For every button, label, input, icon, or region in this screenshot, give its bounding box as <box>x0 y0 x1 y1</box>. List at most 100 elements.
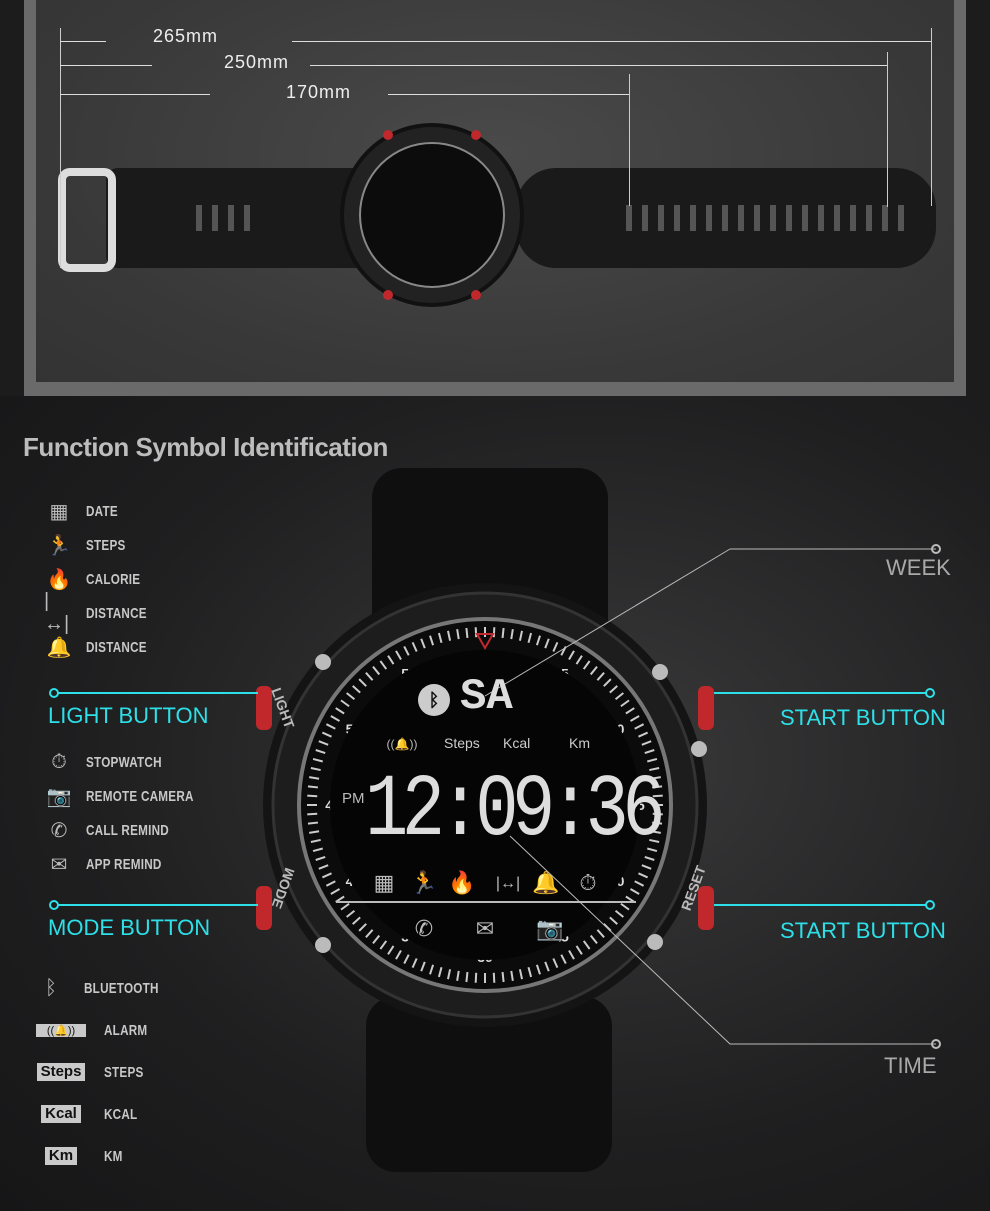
steps-badge-text: Steps <box>36 1063 86 1081</box>
legend-label: STEPS <box>86 536 126 554</box>
dial-tick <box>307 785 319 789</box>
calendar-icon: ▦ <box>49 500 69 523</box>
dimension-line <box>388 94 630 95</box>
dial-tick <box>307 821 319 825</box>
watch-kcal-label: Kcal <box>503 735 531 751</box>
dial-tick <box>501 971 505 983</box>
legend-label: STEPS <box>104 1063 144 1081</box>
strap-hole <box>738 205 744 231</box>
callout-mode-button: MODE BUTTON <box>48 915 211 940</box>
dial-tick <box>307 794 318 798</box>
callout-start-button-bottom: START BUTTON <box>780 918 946 943</box>
legend-item: ✆ CALL REMIND <box>44 816 192 844</box>
legend-label: KM <box>104 1147 123 1165</box>
dial-tick <box>474 627 478 638</box>
camera-icon: 📷 <box>46 785 72 808</box>
legend-item: ⏱ STOPWATCH <box>44 748 183 776</box>
watch-ampm: PM <box>342 790 365 807</box>
watch-alarm-icon: ((🔔)) <box>387 737 418 751</box>
bell-icon: 🔔 <box>46 636 72 659</box>
callout-week: WEEK <box>886 555 951 580</box>
envelope-icon: ✉ <box>50 853 68 876</box>
legend-label: CALL REMIND <box>86 821 169 839</box>
screw <box>315 937 331 953</box>
legend-item: ᛒ BLUETOOTH <box>36 974 180 1002</box>
reset-button <box>698 886 714 930</box>
legend-label: APP REMIND <box>86 855 162 873</box>
watch-km-label: Km <box>569 735 590 751</box>
strap-hole <box>882 205 888 231</box>
dimension-line <box>60 65 152 66</box>
strap-hole <box>786 205 792 231</box>
dial-tick <box>492 972 496 983</box>
phone-icon: ✆ <box>50 819 68 842</box>
kcal-badge-text: Kcal <box>41 1105 81 1123</box>
mode-button <box>256 886 272 930</box>
dimension-line <box>292 41 932 42</box>
strap-hole <box>818 205 824 231</box>
strap-hole <box>722 205 728 231</box>
legend-item: |↔| DISTANCE <box>44 590 164 635</box>
dimension-line <box>60 94 210 95</box>
strap-hole <box>850 205 856 231</box>
strap-hole <box>754 205 760 231</box>
distance-icon: |↔| <box>44 590 70 635</box>
legend-item: Steps STEPS <box>36 1058 155 1086</box>
start-button <box>698 686 714 730</box>
dial-tick <box>492 627 496 638</box>
watch-bluetooth-icon: ᛒ <box>429 690 440 710</box>
legend-item: ((🔔)) ALARM <box>36 1016 160 1044</box>
watch-week-display: SA <box>460 672 513 722</box>
watch-steps-label: Steps <box>444 735 480 751</box>
dimension-265: 265mm <box>153 26 219 46</box>
strap-hole <box>770 205 776 231</box>
strap-hole <box>626 205 632 231</box>
strap-hole <box>898 205 904 231</box>
kcal-badge: Kcal <box>36 1105 86 1123</box>
buckle <box>58 168 116 272</box>
legend-item: 📷 REMOTE CAMERA <box>44 782 224 810</box>
dimension-170: 170mm <box>286 82 352 102</box>
dimension-line <box>887 52 888 207</box>
stopwatch-icon: ⏱ <box>51 750 67 773</box>
legend-item: 🔔 DISTANCE <box>44 633 164 661</box>
strap-hole <box>642 205 648 231</box>
legend-item: Kcal KCAL <box>36 1100 147 1128</box>
legend-label: STOPWATCH <box>86 753 162 771</box>
watch-calendar-icon: ▦ <box>374 870 395 895</box>
strap-hole <box>866 205 872 231</box>
dimension-250: 250mm <box>224 52 290 72</box>
watch-envelope-icon: ✉ <box>476 916 494 941</box>
dial-tick <box>465 627 469 639</box>
screw <box>647 934 663 950</box>
section-heading: Function Symbol Identification <box>23 432 388 462</box>
legend-item: ▦ DATE <box>44 497 127 525</box>
km-badge-text: Km <box>44 1147 78 1165</box>
watch-runner-icon: 🏃 <box>410 870 437 895</box>
screw <box>652 664 668 680</box>
callout-start-button-top: START BUTTON <box>780 705 946 730</box>
legend-label: DATE <box>86 502 118 520</box>
dimension-line <box>310 65 888 66</box>
screw <box>315 654 331 670</box>
watch-camera-icon: 📷 <box>536 916 563 941</box>
callout-light-button: LIGHT BUTTON <box>48 703 209 728</box>
small-watch-image <box>58 123 936 307</box>
bluetooth-icon: ᛒ <box>45 976 57 999</box>
dimension-line <box>60 28 61 268</box>
dimensions-panel <box>24 0 966 396</box>
flame-icon: 🔥 <box>46 568 72 591</box>
watch-distance-icon: |↔| <box>496 875 520 892</box>
dimensions-panel-inner <box>36 0 954 382</box>
km-badge: Km <box>36 1147 86 1165</box>
watch-phone-icon: ✆ <box>415 916 433 941</box>
dimension-line <box>931 28 932 206</box>
strap-hole <box>802 205 808 231</box>
legend-label: KCAL <box>104 1105 138 1123</box>
dimension-line <box>629 74 630 206</box>
legend-item: 🔥 CALORIE <box>44 565 156 593</box>
screw <box>691 741 707 757</box>
legend-label: DISTANCE <box>86 638 147 656</box>
dial-tick <box>465 971 469 983</box>
legend-label: REMOTE CAMERA <box>86 787 194 805</box>
